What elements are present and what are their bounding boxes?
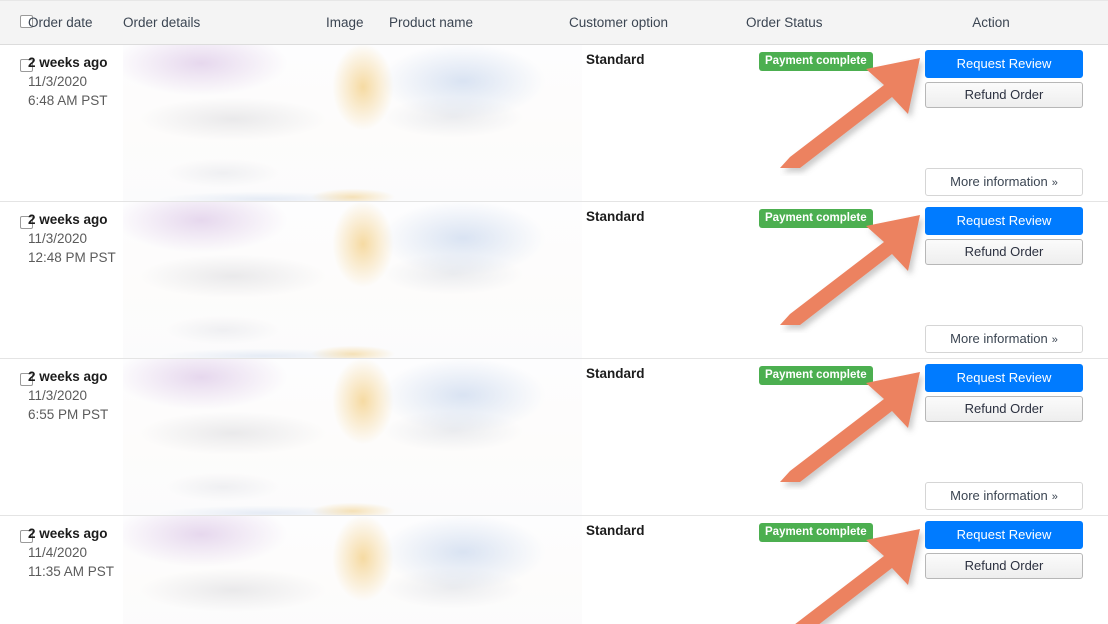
request-review-button[interactable]: Request Review [925,50,1083,78]
order-date-cell: 2 weeks ago 11/3/2020 6:55 PM PST [28,359,123,515]
customer-option-cell: Standard [582,359,759,515]
order-date-cell: 2 weeks ago 11/3/2020 12:48 PM PST [28,202,123,358]
order-time: 12:48 PM PST [28,250,116,265]
more-information-button[interactable]: More information» [925,482,1083,510]
column-header-order-status[interactable]: Order Status [746,15,891,30]
customer-option-value: Standard [586,366,645,381]
column-header-order-details[interactable]: Order details [123,15,326,30]
customer-option-cell: Standard [582,516,759,624]
action-cell: Request Review Refund Order More informa… [904,45,1104,201]
redacted-order-content [123,202,582,358]
column-header-action-label: Action [972,15,1010,30]
customer-option-value: Standard [586,209,645,224]
redacted-order-content [123,45,582,201]
table-header-row: Order date Order details Image Product n… [0,0,1108,45]
row-select-cell [0,202,33,358]
more-information-button[interactable]: More information» [925,168,1083,196]
chevron-down-icon: » [1051,177,1058,189]
column-header-action[interactable]: Action [891,15,1091,30]
order-time: 6:55 PM PST [28,407,109,422]
more-information-label: More information [950,488,1048,503]
order-relative-date: 2 weeks ago [28,526,108,541]
order-date: 11/3/2020 [28,231,88,246]
order-status-cell: Payment complete [759,45,904,201]
refund-order-button[interactable]: Refund Order [925,553,1083,579]
chevron-down-icon: » [1051,334,1058,346]
order-time: 6:48 AM PST [28,93,108,108]
customer-option-value: Standard [586,52,645,67]
order-relative-date: 2 weeks ago [28,212,108,227]
refund-order-button[interactable]: Refund Order [925,239,1083,265]
redacted-order-content [123,359,582,515]
column-header-order-date[interactable]: Order date [28,15,123,30]
order-date: 11/3/2020 [28,388,88,403]
column-header-product-name[interactable]: Product name [389,15,569,30]
redacted-order-content [123,516,582,624]
action-cell: Request Review Refund Order [904,516,1104,624]
status-badge: Payment complete [759,52,873,71]
select-all-cell [0,14,33,31]
more-information-label: More information [950,331,1048,346]
more-information-label: More information [950,174,1048,189]
order-status-cell: Payment complete [759,359,904,515]
orders-table: Order date Order details Image Product n… [0,0,1108,624]
status-badge: Payment complete [759,366,873,385]
status-badge: Payment complete [759,209,873,228]
refund-order-button[interactable]: Refund Order [925,82,1083,108]
refund-order-button[interactable]: Refund Order [925,396,1083,422]
customer-option-cell: Standard [582,45,759,201]
request-review-button[interactable]: Request Review [925,364,1083,392]
row-select-cell [0,359,33,515]
order-date-cell: 2 weeks ago 11/4/2020 11:35 AM PST [28,516,123,624]
table-body: 2 weeks ago 11/3/2020 6:48 AM PST Standa… [0,45,1108,624]
order-date-cell: 2 weeks ago 11/3/2020 6:48 AM PST [28,45,123,201]
order-time: 11:35 AM PST [28,564,115,579]
column-header-customer-option[interactable]: Customer option [569,15,746,30]
table-row[interactable]: 2 weeks ago 11/4/2020 11:35 AM PST Stand… [0,516,1108,624]
row-select-cell [0,516,33,624]
more-information-button[interactable]: More information» [925,325,1083,353]
chevron-down-icon: » [1051,491,1058,503]
order-date: 11/4/2020 [28,545,88,560]
order-status-cell: Payment complete [759,202,904,358]
action-cell: Request Review Refund Order More informa… [904,202,1104,358]
table-row[interactable]: 2 weeks ago 11/3/2020 12:48 PM PST Stand… [0,202,1108,359]
request-review-button[interactable]: Request Review [925,521,1083,549]
customer-option-value: Standard [586,523,645,538]
status-badge: Payment complete [759,523,873,542]
table-row[interactable]: 2 weeks ago 11/3/2020 6:48 AM PST Standa… [0,45,1108,202]
order-relative-date: 2 weeks ago [28,369,108,384]
customer-option-cell: Standard [582,202,759,358]
request-review-button[interactable]: Request Review [925,207,1083,235]
column-header-image[interactable]: Image [326,15,389,30]
order-relative-date: 2 weeks ago [28,55,108,70]
order-status-cell: Payment complete [759,516,904,624]
table-row[interactable]: 2 weeks ago 11/3/2020 6:55 PM PST Standa… [0,359,1108,516]
order-date: 11/3/2020 [28,74,88,89]
row-select-cell [0,45,33,201]
action-cell: Request Review Refund Order More informa… [904,359,1104,515]
